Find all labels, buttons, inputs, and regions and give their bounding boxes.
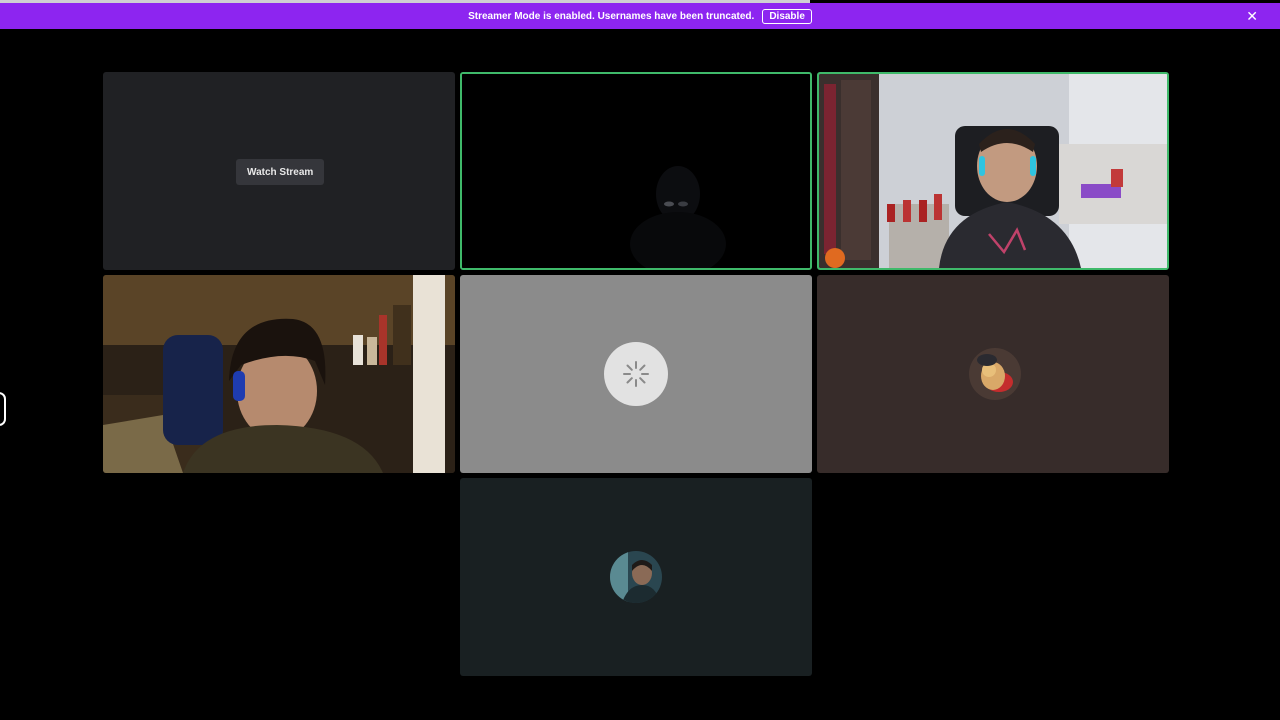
close-icon[interactable]: ✕ [1246,6,1258,26]
loading-indicator [604,342,668,406]
headset-video-feed [103,275,455,473]
watch-stream-button[interactable]: Watch Stream [236,159,325,185]
disable-button[interactable]: Disable [762,8,812,24]
user-avatar [969,348,1021,400]
video-tile-headset[interactable] [103,275,455,473]
dark-video-feed [462,74,810,268]
video-tile-bedroom[interactable] [817,72,1169,270]
notice-text: Streamer Mode is enabled. Usernames have… [468,10,755,22]
side-icon [0,392,6,426]
spinner-icon [623,361,649,387]
stream-tile[interactable]: Watch Stream [103,72,455,270]
user-avatar-image [610,551,662,603]
bedroom-video-feed [819,74,1167,268]
user-avatar [610,551,662,603]
avatar-tile-teal[interactable] [460,478,812,676]
user-avatar-image [969,348,1021,400]
video-tile-dark[interactable] [460,72,812,270]
avatar-tile-brown[interactable] [817,275,1169,473]
streamer-mode-notice: Streamer Mode is enabled. Usernames have… [0,3,1280,29]
loading-tile[interactable] [460,275,812,473]
